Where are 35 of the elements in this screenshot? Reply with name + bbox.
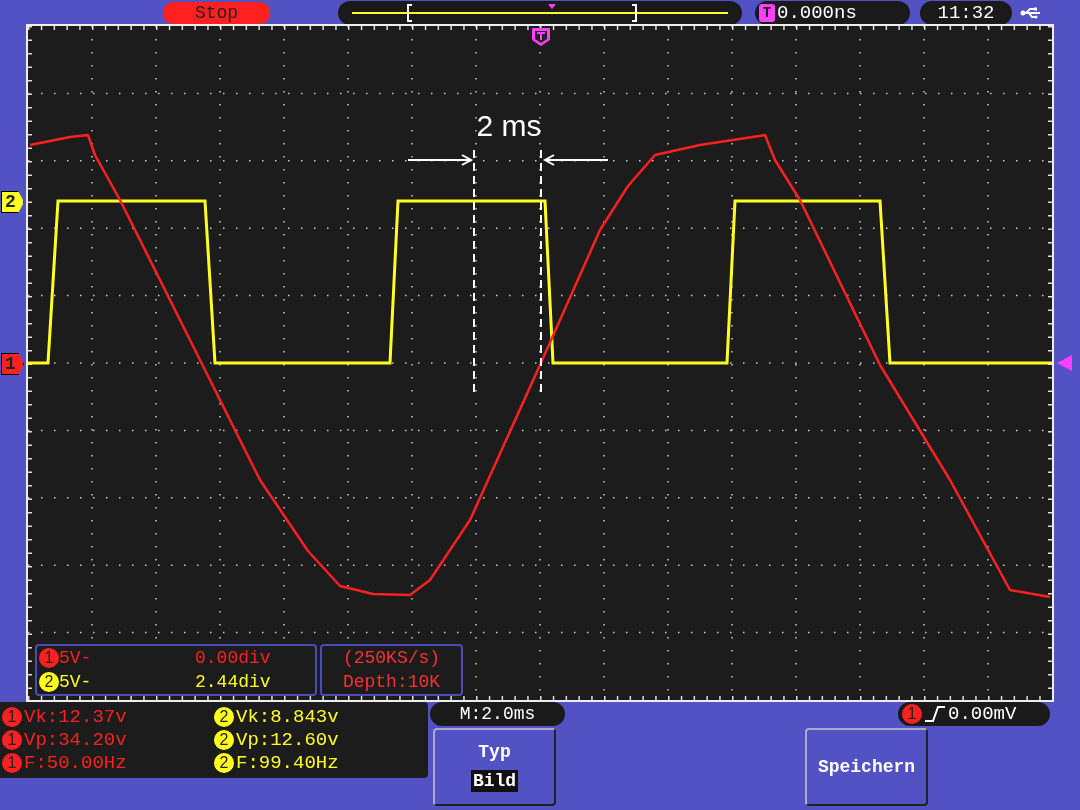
measurement-value: F:50.00Hz (24, 751, 127, 774)
rising-edge-icon (924, 705, 946, 723)
measurement-value: F:99.40Hz (236, 751, 339, 774)
channel-badge: 1 (902, 704, 922, 724)
vertical-offset: 0.00div (195, 648, 271, 668)
interval-label: 2 ms (476, 109, 542, 142)
channel-badge: 1 (2, 730, 22, 750)
sample-rate: (250KS/s) (342, 648, 441, 668)
channel-marker[interactable]: 2 (1, 191, 24, 213)
trigger-marker-label: T (759, 4, 775, 22)
volts-per-division: 5V- (59, 672, 93, 692)
channel-marker[interactable]: 1 (1, 353, 24, 375)
channel-badge: 1 (39, 648, 59, 668)
channel-badge: 2 (214, 752, 234, 773)
measurement-value: Vk:12.37v (24, 706, 127, 729)
menu-softkey[interactable]: Speichern (805, 728, 928, 806)
trigger-time: 0.000ns (777, 2, 857, 24)
trigger-level-arrow (1055, 354, 1073, 372)
measurement-value: Vp:34.20v (24, 729, 127, 751)
memory-depth: Depth:10K (342, 672, 441, 692)
vertical-offset: 2.44div (195, 672, 271, 692)
usb-icon (1020, 7, 1042, 19)
clock: 11:32 (920, 1, 1012, 25)
run-status: Stop (163, 2, 270, 24)
measurement-value: Vk:8.843v (236, 706, 339, 729)
menu-softkey[interactable]: Typ Bild (433, 728, 556, 806)
timebase: M:2.0ms (430, 702, 565, 726)
channel-badge: 1 (2, 707, 22, 728)
trigger-level: 0.00mV (948, 703, 1017, 725)
channel-badge: 2 (39, 672, 59, 692)
channel-badge: 2 (214, 730, 234, 750)
channel-badge: 2 (214, 707, 234, 728)
channel-badge: 1 (2, 752, 22, 773)
measurement-value: Vp:12.60v (236, 729, 339, 751)
volts-per-division: 5V- (59, 648, 93, 668)
